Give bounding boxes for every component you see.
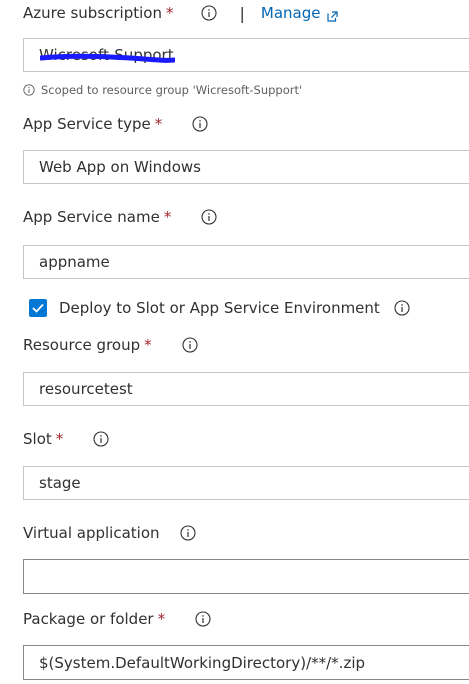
info-icon[interactable] [195,611,211,627]
required-marker: * [165,4,174,22]
required-marker: * [157,610,166,628]
resource-group-label: Resource group [23,336,141,354]
redaction-scribble [40,53,175,63]
deploy-to-slot-checkbox[interactable] [29,299,47,317]
manage-link-label: Manage [260,4,321,22]
azure-subscription-label: Azure subscription [23,4,162,22]
package-or-folder-value: $(System.DefaultWorkingDirectory)/**/*.z… [39,653,366,672]
checkmark-icon [32,303,44,313]
azure-subscription-label-row: Azure subscription * | Manage [23,2,339,24]
required-marker: * [55,430,64,448]
manage-link[interactable]: Manage [261,4,339,22]
app-service-name-value: appname [39,253,110,271]
info-icon[interactable] [179,525,196,541]
package-or-folder-input[interactable]: $(System.DefaultWorkingDirectory)/**/*.z… [23,645,469,680]
slot-label-row: Slot * [23,428,109,450]
external-link-icon [327,8,339,22]
info-icon[interactable] [192,116,208,132]
separator: | [239,3,245,23]
info-icon [23,84,35,96]
virtual-application-label: Virtual application [23,524,160,542]
required-marker: * [154,115,163,133]
info-icon[interactable] [93,431,109,447]
app-service-type-label: App Service type [23,115,151,133]
info-icon[interactable] [394,300,410,316]
slot-label: Slot [23,430,52,448]
app-service-name-dropdown[interactable]: appname [23,245,469,279]
info-icon[interactable] [201,5,218,21]
package-or-folder-label: Package or folder [23,610,154,628]
resource-group-value: resourcetest [39,380,133,398]
slot-value: stage [39,474,81,492]
task-settings-form: Azure subscription * | Manage Wicresoft-… [0,0,469,684]
app-service-name-label: App Service name [23,208,160,226]
virtual-application-label-row: Virtual application [23,522,196,544]
app-service-type-dropdown[interactable]: Web App on Windows [23,150,469,184]
app-service-name-label-row: App Service name * [23,206,217,228]
required-marker: * [144,336,152,354]
info-icon[interactable] [182,337,198,353]
info-icon[interactable] [201,209,217,225]
subscription-helper-text: Scoped to resource group 'Wicresoft-Supp… [41,83,303,97]
package-or-folder-label-row: Package or folder * [23,608,211,630]
app-service-type-value: Web App on Windows [39,158,201,176]
required-marker: * [163,208,172,226]
virtual-application-input[interactable] [23,559,469,594]
deploy-to-slot-label[interactable]: Deploy to Slot or App Service Environmen… [59,299,380,317]
resource-group-label-row: Resource group * [23,334,198,356]
deploy-to-slot-row: Deploy to Slot or App Service Environmen… [29,297,410,319]
app-service-type-label-row: App Service type * [23,113,208,135]
subscription-helper-text-row: Scoped to resource group 'Wicresoft-Supp… [23,83,302,97]
resource-group-dropdown[interactable]: resourcetest [23,372,469,406]
slot-dropdown[interactable]: stage [23,466,469,500]
